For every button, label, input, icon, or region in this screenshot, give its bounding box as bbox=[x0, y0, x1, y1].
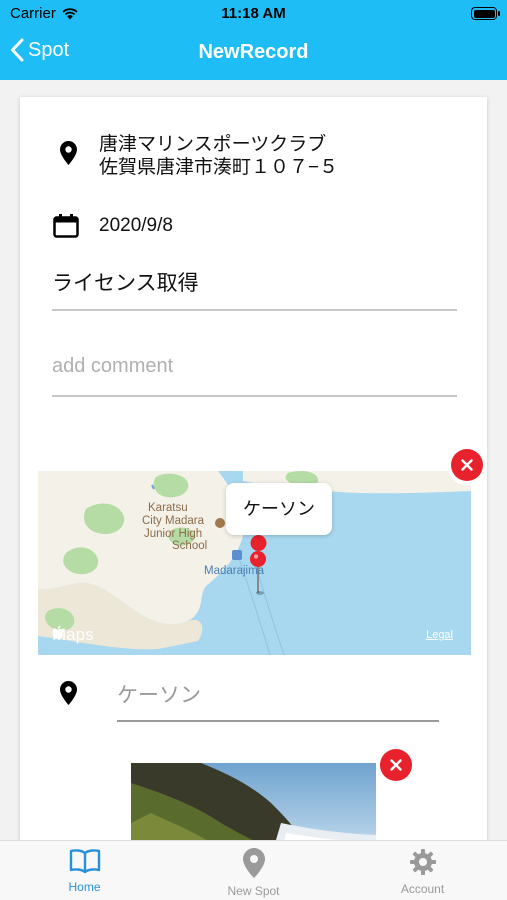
comment-field[interactable]: add comment bbox=[52, 342, 457, 397]
map-legal-link[interactable]: Legal bbox=[426, 629, 453, 641]
map-pin-callout[interactable]: ケーソン bbox=[226, 483, 332, 535]
remove-photo-button[interactable] bbox=[380, 749, 412, 781]
navigation-bar: Spot NewRecord bbox=[0, 28, 507, 80]
status-time: 11:18 AM bbox=[221, 5, 286, 22]
record-card: 唐津マリンスポーツクラブ 佐賀県唐津市湊町１０７−５ 2020/9/8 ライセン… bbox=[20, 97, 487, 857]
book-icon bbox=[69, 849, 100, 874]
map-label-school-4: School bbox=[172, 540, 208, 552]
location-row bbox=[60, 681, 77, 712]
map-label-school-2: City Madara bbox=[142, 515, 204, 527]
close-icon bbox=[461, 459, 473, 471]
remove-map-button[interactable] bbox=[451, 449, 483, 481]
map-view[interactable]: Karatsu City Madara Junior High School M… bbox=[38, 471, 471, 655]
calendar-icon bbox=[53, 214, 79, 238]
tab-account-label: Account bbox=[400, 882, 445, 896]
tab-home-label: Home bbox=[68, 880, 101, 894]
tab-home[interactable]: Home bbox=[0, 841, 169, 900]
status-bar: Carrier 11:18 AM bbox=[0, 0, 507, 28]
location-pin-icon bbox=[60, 141, 77, 165]
gear-icon bbox=[409, 849, 436, 875]
tab-bar: Home New Spot Account bbox=[0, 840, 507, 900]
tab-new-spot[interactable]: New Spot bbox=[169, 841, 338, 900]
place-address: 佐賀県唐津市湊町１０７−５ bbox=[99, 157, 339, 178]
tab-account[interactable]: Account bbox=[338, 841, 507, 900]
spot-location-field[interactable]: ケーソン bbox=[117, 674, 439, 722]
page-title: NewRecord bbox=[198, 41, 309, 63]
date-row[interactable]: 2020/9/8 bbox=[53, 214, 173, 238]
apple-maps-logo: Maps bbox=[52, 625, 94, 645]
place-name: 唐津マリンスポーツクラブ bbox=[99, 134, 327, 155]
tab-new-spot-label: New Spot bbox=[227, 884, 280, 898]
map-label-school-1: Karatsu bbox=[148, 502, 188, 514]
apple-icon bbox=[52, 625, 64, 639]
location-pin-icon bbox=[60, 681, 77, 705]
map-pin-icon bbox=[242, 848, 265, 878]
place-info: 唐津マリンスポーツクラブ 佐賀県唐津市湊町１０７−５ bbox=[60, 133, 338, 179]
record-title-field[interactable]: ライセンス取得 bbox=[52, 259, 457, 311]
battery-icon bbox=[471, 7, 500, 20]
map-label-island: Madarajima bbox=[204, 565, 265, 577]
close-icon bbox=[390, 759, 402, 771]
record-date: 2020/9/8 bbox=[99, 215, 173, 236]
